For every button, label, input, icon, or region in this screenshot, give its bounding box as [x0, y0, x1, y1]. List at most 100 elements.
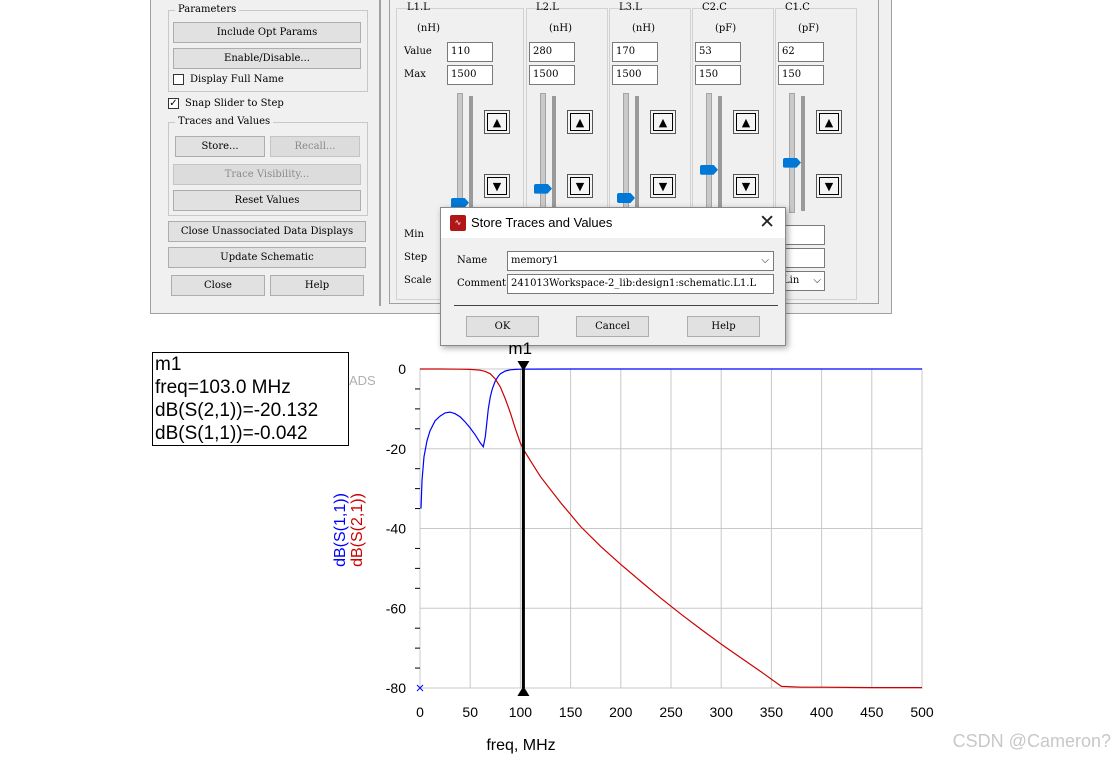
up-arrow-icon: ▲	[819, 113, 839, 131]
slider-track-c1[interactable]	[789, 93, 795, 213]
dialog-divider	[454, 305, 778, 306]
series-line	[420, 368, 922, 509]
x-tick-label: 250	[659, 704, 683, 720]
param-unit-c1: (pF)	[798, 23, 820, 34]
series-start-marker	[416, 684, 424, 692]
max-field-c2[interactable]: 150	[695, 65, 741, 85]
ads-logo-text: ADS	[349, 373, 376, 388]
y-tick-label: 0	[398, 361, 406, 377]
close-unassociated-button[interactable]: Close Unassociated Data Displays	[168, 221, 366, 242]
y-axis-label-s11: dB(S(1,1))	[332, 493, 349, 567]
close-button[interactable]: Close	[171, 275, 265, 296]
increment-button-l2[interactable]: ▲	[567, 110, 593, 134]
marker-s11: dB(S(1,1))=-0.042	[155, 423, 308, 444]
store-button[interactable]: Store...	[175, 136, 265, 157]
comment-label: Comment	[457, 278, 507, 289]
param-name-c2: C2.C	[702, 2, 727, 13]
trace-visibility-button[interactable]: Trace Visibility...	[173, 164, 361, 185]
decrement-button-c2[interactable]: ▼	[733, 174, 759, 198]
marker-s21: dB(S(2,1))=-20.132	[155, 400, 319, 421]
series-line	[420, 368, 922, 689]
slider-track-l2[interactable]	[540, 93, 546, 213]
display-full-name-label: Display Full Name	[190, 74, 284, 85]
x-tick-label: 50	[462, 704, 478, 720]
plot-area	[419, 368, 923, 689]
include-opt-params-button[interactable]: Include Opt Params	[173, 22, 361, 43]
snap-slider-label: Snap Slider to Step	[185, 98, 284, 109]
value-field-l1[interactable]: 110	[447, 42, 493, 62]
param-unit-c2: (pF)	[715, 23, 737, 34]
value-field-l3[interactable]: 170	[612, 42, 658, 62]
store-traces-dialog: ∿ Store Traces and Values ✕ Name memory1…	[440, 207, 786, 346]
name-label: Name	[457, 255, 488, 266]
decrement-button-c1[interactable]: ▼	[816, 174, 842, 198]
max-field-l3[interactable]: 1500	[612, 65, 658, 85]
close-icon[interactable]: ✕	[759, 211, 775, 234]
dialog-titlebar[interactable]: ∿ Store Traces and Values ✕	[441, 208, 785, 238]
x-tick-label: 350	[760, 704, 784, 720]
display-full-name-checkbox[interactable]	[173, 74, 184, 85]
up-arrow-icon: ▲	[653, 113, 673, 131]
decrement-button-l3[interactable]: ▼	[650, 174, 676, 198]
value-field-c1[interactable]: 62	[778, 42, 824, 62]
snap-slider-checkbox[interactable]: ✓	[168, 98, 179, 109]
x-tick-label: 400	[810, 704, 834, 720]
up-arrow-icon: ▲	[487, 113, 507, 131]
up-arrow-icon: ▲	[736, 113, 756, 131]
dialog-title: Store Traces and Values	[471, 215, 613, 230]
down-arrow-icon: ▼	[819, 177, 839, 195]
x-tick-label: 0	[416, 704, 424, 720]
up-arrow-icon: ▲	[570, 113, 590, 131]
slider-fill-c1	[801, 96, 805, 211]
panel-splitter[interactable]	[379, 0, 381, 306]
marker-readout[interactable]: m1 freq=103.0 MHz dB(S(2,1))=-20.132 dB(…	[152, 352, 349, 446]
y-tick-label: -80	[386, 680, 406, 696]
cancel-button[interactable]: Cancel	[576, 316, 649, 337]
increment-button-l3[interactable]: ▲	[650, 110, 676, 134]
chevron-down-icon: ⌵	[761, 255, 769, 266]
param-unit-l3: (nH)	[632, 23, 655, 34]
traces-group-label: Traces and Values	[175, 116, 274, 128]
parameters-group-label: Parameters	[175, 4, 240, 16]
x-tick-label: 450	[860, 704, 884, 720]
slider-track-c2[interactable]	[706, 93, 712, 213]
max-field-c1[interactable]: 150	[778, 65, 824, 85]
chevron-down-icon: ⌵	[813, 275, 821, 286]
update-schematic-button[interactable]: Update Schematic	[168, 247, 366, 268]
max-field-l1[interactable]: 1500	[447, 65, 493, 85]
name-combobox[interactable]: memory1 ⌵	[507, 251, 774, 271]
slider-track-l1[interactable]	[457, 93, 463, 213]
watermark: CSDN @Cameron?	[952, 731, 1111, 751]
decrement-button-l2[interactable]: ▼	[567, 174, 593, 198]
x-tick-label: 500	[910, 704, 934, 720]
y-tick-label: -60	[386, 600, 406, 616]
ok-button[interactable]: OK	[466, 316, 539, 337]
reset-values-button[interactable]: Reset Values	[173, 190, 361, 211]
x-tick-label: 200	[609, 704, 633, 720]
max-field-l2[interactable]: 1500	[529, 65, 575, 85]
increment-button-l1[interactable]: ▲	[484, 110, 510, 134]
down-arrow-icon: ▼	[570, 177, 590, 195]
dialog-help-button[interactable]: Help	[687, 316, 760, 337]
decrement-button-l1[interactable]: ▼	[484, 174, 510, 198]
app-icon: ∿	[450, 215, 466, 231]
increment-button-c1[interactable]: ▲	[816, 110, 842, 134]
increment-button-c2[interactable]: ▲	[733, 110, 759, 134]
x-tick-label: 100	[509, 704, 533, 720]
value-field-c2[interactable]: 53	[695, 42, 741, 62]
value-field-l2[interactable]: 280	[529, 42, 575, 62]
marker-bottom-triangle[interactable]	[517, 686, 530, 696]
comment-field[interactable]: 241013Workspace-2_lib:design1:schematic.…	[507, 274, 774, 294]
x-axis-label: freq, MHz	[486, 737, 555, 754]
y-axis-label-s21: dB(S(2,1))	[349, 493, 366, 567]
param-name-l2: L2.L	[536, 2, 559, 13]
marker-top-triangle[interactable]	[517, 361, 530, 371]
enable-disable-button[interactable]: Enable/Disable...	[173, 48, 361, 69]
help-button[interactable]: Help	[270, 275, 364, 296]
down-arrow-icon: ▼	[653, 177, 673, 195]
param-name-l3: L3.L	[619, 2, 642, 13]
param-name-c1: C1.C	[785, 2, 810, 13]
slider-fill-c2	[718, 96, 722, 211]
param-name-l1: L1.L	[407, 2, 430, 13]
recall-button[interactable]: Recall...	[270, 136, 360, 157]
